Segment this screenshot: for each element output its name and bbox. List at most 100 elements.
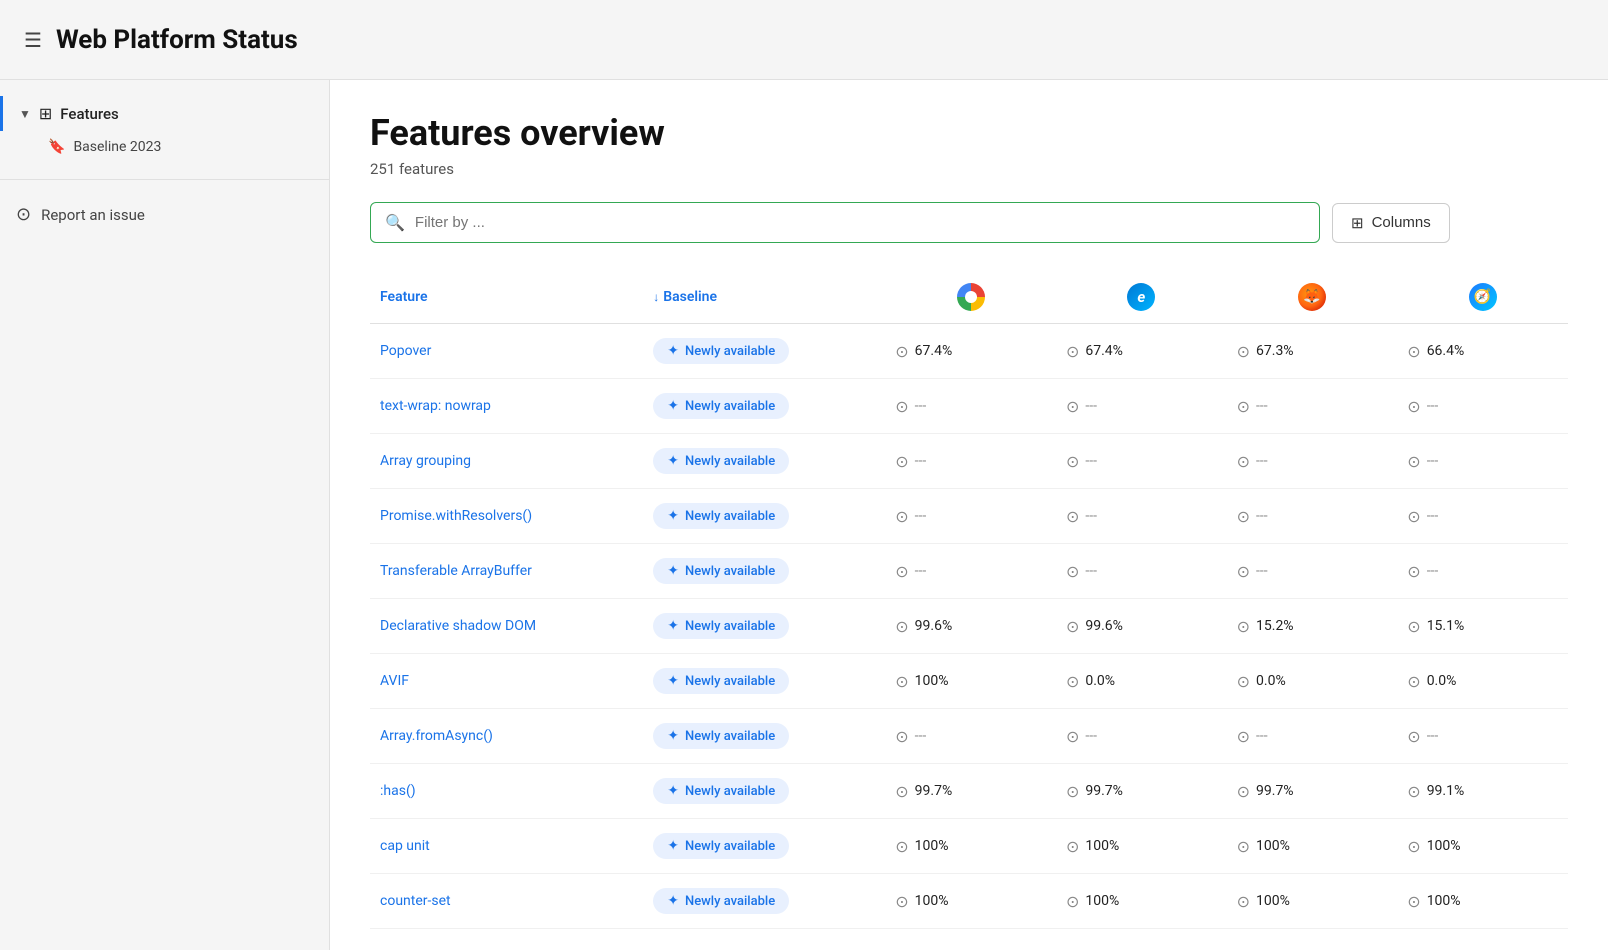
browser-value: ---	[1085, 453, 1097, 469]
feature-link[interactable]: counter-set	[380, 893, 451, 909]
check-icon: ⊙	[1407, 507, 1420, 526]
sidebar-item-features[interactable]: ▼ ⊞ Features	[0, 96, 329, 131]
newly-available-badge: ✦ Newly available	[653, 613, 789, 639]
col-header-safari: 🧭	[1397, 271, 1568, 324]
browser-value: 99.7%	[1085, 783, 1123, 799]
baseline-cell: ✦ Newly available	[643, 489, 885, 544]
filter-input-wrap[interactable]: 🔍	[370, 202, 1320, 243]
baseline-cell: ✦ Newly available	[643, 819, 885, 874]
menu-icon[interactable]: ☰	[24, 28, 42, 52]
firefox-cell: ⊙ 100%	[1227, 819, 1398, 874]
check-icon: ⊙	[1407, 837, 1420, 856]
browser-value: 100%	[915, 673, 949, 689]
firefox-cell: ⊙ ---	[1227, 434, 1398, 489]
browser-value: 0.0%	[1256, 673, 1286, 689]
main-content: Features overview 251 features 🔍 ⊞ Colum…	[330, 80, 1608, 950]
columns-button[interactable]: ⊞ Columns	[1332, 203, 1450, 243]
browser-value: 100%	[915, 893, 949, 909]
feature-link[interactable]: Declarative shadow DOM	[380, 618, 536, 634]
feature-link[interactable]: Array grouping	[380, 453, 471, 469]
filter-input[interactable]	[415, 214, 1305, 231]
col-header-baseline[interactable]: ↓ Baseline	[643, 271, 885, 324]
browser-cell: ⊙ ---	[1237, 397, 1388, 416]
browser-value: 99.7%	[915, 783, 953, 799]
check-icon: ⊙	[1407, 342, 1420, 361]
sidebar: ▼ ⊞ Features 🔖 Baseline 2023 ⊙ Report an…	[0, 80, 330, 950]
newly-available-badge: ✦ Newly available	[653, 723, 789, 749]
newly-available-badge: ✦ Newly available	[653, 833, 789, 859]
browser-cell: ⊙ ---	[1066, 452, 1217, 471]
col-header-edge: e	[1056, 271, 1227, 324]
sidebar-report-issue[interactable]: ⊙ Report an issue	[0, 196, 329, 233]
check-icon: ⊙	[895, 782, 908, 801]
feature-name-cell: text-wrap: nowrap	[370, 379, 643, 434]
edge-cell: ⊙ 99.7%	[1056, 764, 1227, 819]
browser-value: 66.4%	[1427, 343, 1465, 359]
feature-link[interactable]: AVIF	[380, 673, 409, 689]
browser-cell: ⊙ ---	[1407, 397, 1558, 416]
feature-name-cell: Array.fromAsync()	[370, 709, 643, 764]
check-icon: ⊙	[1237, 342, 1250, 361]
badge-label: Newly available	[685, 729, 775, 744]
browser-value: ---	[1256, 453, 1268, 469]
feature-link[interactable]: :has()	[380, 783, 416, 799]
sort-arrow-icon: ↓	[653, 290, 659, 304]
check-icon: ⊙	[1237, 452, 1250, 471]
safari-cell: ⊙ ---	[1397, 434, 1568, 489]
check-icon: ⊙	[1237, 672, 1250, 691]
browser-value: ---	[1256, 508, 1268, 524]
check-icon: ⊙	[1066, 562, 1079, 581]
table-row: Transferable ArrayBuffer ✦ Newly availab…	[370, 544, 1568, 599]
table-row: Array grouping ✦ Newly available ⊙ --- ⊙…	[370, 434, 1568, 489]
browser-cell: ⊙ 100%	[1237, 892, 1388, 911]
sidebar-report-label: Report an issue	[41, 206, 145, 224]
feature-link[interactable]: Transferable ArrayBuffer	[380, 563, 532, 579]
browser-cell: ⊙ ---	[1066, 727, 1217, 746]
chrome-icon	[957, 283, 985, 311]
browser-cell: ⊙ ---	[895, 397, 1046, 416]
baseline-cell: ✦ Newly available	[643, 599, 885, 654]
badge-label: Newly available	[685, 509, 775, 524]
safari-cell: ⊙ 15.1%	[1397, 599, 1568, 654]
browser-cell: ⊙ ---	[1237, 452, 1388, 471]
edge-cell: ⊙ ---	[1056, 709, 1227, 764]
browser-value: ---	[1427, 453, 1439, 469]
browser-value: ---	[915, 453, 927, 469]
sparkle-icon: ✦	[667, 673, 679, 689]
browser-value: 67.3%	[1256, 343, 1294, 359]
feature-link[interactable]: text-wrap: nowrap	[380, 398, 491, 414]
col-header-firefox: 🦊	[1227, 271, 1398, 324]
newly-available-badge: ✦ Newly available	[653, 888, 789, 914]
table-row: counter-set ✦ Newly available ⊙ 100% ⊙ 1…	[370, 874, 1568, 929]
page-title: Features overview	[370, 112, 1568, 154]
badge-label: Newly available	[685, 454, 775, 469]
feature-sort[interactable]: Feature	[380, 289, 633, 305]
sparkle-icon: ✦	[667, 343, 679, 359]
edge-cell: ⊙ 100%	[1056, 819, 1227, 874]
browser-value: ---	[1427, 728, 1439, 744]
feature-link[interactable]: Array.fromAsync()	[380, 728, 493, 744]
safari-icon: 🧭	[1469, 283, 1497, 311]
check-icon: ⊙	[1237, 507, 1250, 526]
browser-value: 0.0%	[1427, 673, 1457, 689]
browser-cell: ⊙ ---	[1237, 507, 1388, 526]
firefox-cell: ⊙ 100%	[1227, 874, 1398, 929]
sparkle-icon: ✦	[667, 453, 679, 469]
edge-cell: ⊙ 0.0%	[1056, 654, 1227, 709]
baseline-cell: ✦ Newly available	[643, 874, 885, 929]
baseline-sort[interactable]: ↓ Baseline	[653, 289, 875, 305]
firefox-icon: 🦊	[1298, 283, 1326, 311]
feature-link[interactable]: cap unit	[380, 838, 430, 854]
edge-cell: ⊙ 99.6%	[1056, 599, 1227, 654]
feature-name-cell: Transferable ArrayBuffer	[370, 544, 643, 599]
chrome-cell: ⊙ 100%	[885, 874, 1056, 929]
edge-cell: ⊙ ---	[1056, 434, 1227, 489]
feature-link[interactable]: Popover	[380, 343, 431, 359]
table-row: Popover ✦ Newly available ⊙ 67.4% ⊙ 67.4…	[370, 324, 1568, 379]
header: ☰ Web Platform Status	[0, 0, 1608, 80]
sidebar-item-baseline[interactable]: 🔖 Baseline 2023	[0, 131, 329, 163]
browser-value: 15.2%	[1256, 618, 1294, 634]
chrome-cell: ⊙ 100%	[885, 654, 1056, 709]
feature-link[interactable]: Promise.withResolvers()	[380, 508, 532, 524]
col-header-feature[interactable]: Feature	[370, 271, 643, 324]
